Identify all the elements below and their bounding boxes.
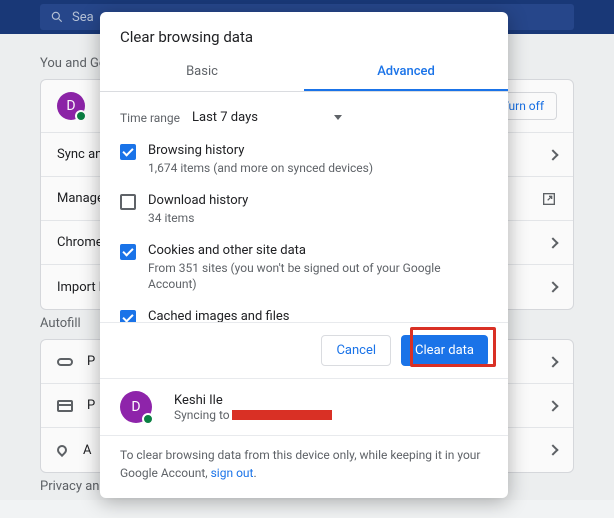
tabs: Basic Advanced [100, 54, 508, 92]
checkbox[interactable] [120, 244, 136, 260]
avatar: D [120, 391, 152, 423]
item-subtitle: From 351 sites (you won't be signed out … [148, 260, 488, 294]
tab-basic[interactable]: Basic [100, 54, 304, 91]
redacted-bar [232, 410, 332, 420]
sync-badge-icon [142, 413, 154, 425]
time-range-select[interactable]: Last 7 days [192, 110, 342, 125]
footer-note: To clear browsing data from this device … [100, 435, 508, 498]
checkbox-item: Download history 34 items [120, 185, 488, 235]
profile-name: Keshi Ile [174, 393, 332, 408]
profile-row: D Keshi Ile Syncing to [100, 378, 508, 435]
item-title: Cookies and other site data [148, 243, 488, 258]
checkbox[interactable] [120, 194, 136, 210]
dialog-actions: Cancel Clear data [100, 322, 508, 378]
sign-out-link[interactable]: sign out [211, 466, 254, 480]
cancel-button[interactable]: Cancel [321, 335, 391, 366]
dropdown-icon [334, 115, 342, 120]
item-title: Download history [148, 193, 488, 208]
tab-advanced[interactable]: Advanced [304, 54, 508, 91]
checkbox-item: Cached images and filesLess than 319 MB [120, 301, 488, 322]
checkbox-item: Browsing history 1,674 items (and more on… [120, 135, 488, 185]
time-range-label: Time range [120, 111, 192, 125]
checkbox[interactable] [120, 144, 136, 160]
clear-browsing-dialog: Clear browsing data Basic Advanced Time … [100, 12, 508, 498]
clear-data-button[interactable]: Clear data [401, 335, 488, 366]
checkbox[interactable] [120, 310, 136, 322]
profile-sync: Syncing to [174, 408, 332, 422]
item-title: Cached images and files [148, 309, 488, 322]
dialog-title: Clear browsing data [100, 12, 508, 54]
item-subtitle: 34 items [148, 210, 488, 227]
item-subtitle: 1,674 items (and more on synced devices) [148, 160, 488, 177]
dialog-body: Time range Last 7 days Browsing history 1… [100, 92, 508, 322]
checkbox-item: Cookies and other site data From 351 site… [120, 235, 488, 302]
item-title: Browsing history [148, 143, 488, 158]
